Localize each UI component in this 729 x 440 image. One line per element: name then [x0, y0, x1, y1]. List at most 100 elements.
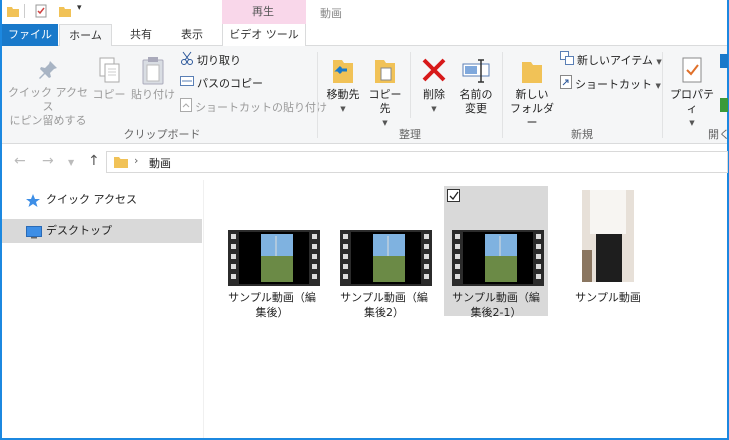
- paste-shortcut-label: ショートカットの貼り付け: [195, 101, 327, 114]
- clipboard-group-label: クリップボード: [123, 128, 201, 141]
- cut-label: 切り取り: [197, 54, 241, 67]
- video-thumbnail-icon: [340, 230, 432, 289]
- ribbon-tabs: ファイル ホーム 共有 表示 ビデオ ツール: [2, 24, 727, 154]
- tab-share[interactable]: 共有: [119, 24, 163, 46]
- recent-locations-chevron-icon[interactable]: ▼: [68, 158, 74, 167]
- star-icon: [26, 193, 40, 217]
- window-title: 動画: [320, 7, 342, 20]
- cut-button[interactable]: 切り取り: [180, 51, 241, 69]
- context-tab-group-video: 再生: [222, 0, 306, 24]
- properties-check-icon[interactable]: [34, 4, 48, 21]
- rename-label-2: 変更: [465, 102, 487, 115]
- open-group-label: 開く: [708, 128, 729, 141]
- video-thumbnail-icon: [452, 230, 544, 289]
- new-folder-icon[interactable]: [58, 4, 72, 21]
- copy-path-icon: [180, 75, 194, 93]
- desktop-icon: [26, 224, 42, 248]
- delete-button[interactable]: 削除 ▼: [416, 56, 452, 116]
- move-to-label: 移動先: [326, 88, 360, 101]
- new-folder-button[interactable]: 新しい フォルダー: [506, 56, 558, 130]
- nav-item-label: デスクトップ: [46, 224, 112, 237]
- tab-video-tools[interactable]: ビデオ ツール: [222, 24, 306, 46]
- back-arrow-icon[interactable]: ←: [14, 153, 26, 169]
- title-bar: ▾ 再生 動画: [2, 0, 727, 24]
- organize-divider: [410, 52, 411, 118]
- address-bar[interactable]: › 動画: [106, 151, 728, 173]
- copy-label: コピー: [92, 88, 126, 101]
- file-name: サンプル動画: [575, 291, 641, 304]
- qat-divider: [24, 4, 25, 18]
- move-to-button[interactable]: 移動先 ▼: [322, 56, 364, 116]
- new-item-button[interactable]: 新しいアイテム ▼: [560, 51, 662, 69]
- paste-button[interactable]: 貼り付け: [130, 56, 176, 102]
- delete-label: 削除: [423, 88, 445, 101]
- move-to-dropdown-icon: ▼: [340, 105, 346, 113]
- pin-quick-access-button[interactable]: クイック アクセス にピン留めする: [8, 58, 88, 128]
- open-app-icon[interactable]: [720, 54, 728, 68]
- file-name: サンプル動画（編 集後2-1）: [452, 291, 540, 319]
- paste-label: 貼り付け: [131, 88, 175, 101]
- file-item[interactable]: サンプル動画（編 集後）: [220, 186, 324, 319]
- group-divider: [502, 52, 503, 138]
- copy-path-button[interactable]: パスのコピー: [180, 75, 263, 93]
- ribbon: クイック アクセス にピン留めする コピー 貼り付け 切り取り パスのコピー シ…: [2, 46, 729, 144]
- new-group-label: 新規: [571, 128, 593, 141]
- new-folder-label-1: 新しい: [515, 88, 549, 101]
- file-item[interactable]: サンプル動画（編 集後2-1）: [444, 186, 548, 319]
- video-thumbnail-icon: [228, 230, 320, 289]
- tab-view[interactable]: 表示: [170, 24, 214, 46]
- properties-icon: [666, 56, 718, 88]
- new-item-icon: [560, 51, 574, 71]
- navigation-pane: クイック アクセス デスクトップ: [2, 180, 204, 438]
- pin-quick-access-label-2: にピン留めする: [9, 114, 87, 127]
- paste-shortcut-button[interactable]: ショートカットの貼り付け: [180, 98, 327, 116]
- paste-shortcut-icon: [180, 98, 192, 118]
- rename-label-1: 名前の: [459, 88, 493, 101]
- organize-group-label: 整理: [399, 128, 421, 141]
- folder-icon: [113, 155, 129, 172]
- folder-icon[interactable]: [6, 4, 20, 21]
- up-arrow-icon[interactable]: ↑: [88, 153, 100, 169]
- file-item[interactable]: サンプル動画（編 集後2）: [332, 186, 436, 319]
- new-folder-icon: [506, 56, 558, 88]
- shortcut-button[interactable]: ショートカット ▼: [560, 75, 661, 93]
- properties-button[interactable]: プロパティ ▼: [666, 56, 718, 130]
- rename-button[interactable]: 名前の 変更: [454, 56, 498, 116]
- forward-arrow-icon[interactable]: →: [42, 153, 54, 169]
- pin-quick-access-label-1: クイック アクセス: [8, 86, 88, 113]
- group-divider: [662, 52, 663, 138]
- qat-dropdown-icon[interactable]: ▾: [77, 3, 82, 13]
- video-thumbnail-icon: [582, 190, 634, 285]
- nav-item-desktop[interactable]: デスクトップ: [2, 219, 202, 243]
- file-name: サンプル動画（編 集後）: [228, 291, 316, 319]
- pin-icon: [8, 58, 88, 86]
- shortcut-icon: [560, 75, 572, 95]
- new-item-label: 新しいアイテム: [577, 54, 653, 67]
- paste-icon: [130, 56, 176, 88]
- copy-button[interactable]: コピー: [92, 56, 126, 102]
- copy-to-icon: [364, 56, 406, 88]
- file-list: サンプル動画（編 集後） サンプル動画（編 集後2） サンプル動画（編 集後2-…: [205, 180, 727, 438]
- shortcut-dropdown-icon: ▼: [655, 82, 661, 90]
- navigation-bar: ← → ▼ ↑ › 動画: [2, 144, 728, 180]
- context-tab-group-label: 再生: [252, 5, 274, 18]
- breadcrumb-segment[interactable]: 動画: [149, 155, 171, 171]
- explorer-window: ▾ 再生 動画 ファイル ホーム 共有 表示 ビデオ ツール クイック アクセス…: [0, 0, 729, 440]
- nav-item-quick-access[interactable]: クイック アクセス: [2, 188, 202, 212]
- file-item[interactable]: サンプル動画: [556, 186, 660, 316]
- selection-checkbox[interactable]: [447, 189, 460, 202]
- copy-to-button[interactable]: コピー先 ▼: [364, 56, 406, 130]
- properties-label: プロパティ: [670, 88, 714, 115]
- shortcut-label: ショートカット: [575, 78, 652, 91]
- delete-dropdown-icon: ▼: [431, 105, 437, 113]
- move-to-icon: [322, 56, 364, 88]
- file-name: サンプル動画（編 集後2）: [340, 291, 428, 319]
- nav-item-label: クイック アクセス: [46, 193, 137, 206]
- tab-home[interactable]: ホーム: [59, 24, 112, 47]
- rename-icon: [454, 56, 498, 88]
- group-divider: [317, 52, 318, 138]
- breadcrumb-chevron-icon[interactable]: ›: [134, 154, 138, 167]
- scissors-icon: [180, 51, 194, 71]
- copy-to-label: コピー先: [368, 88, 402, 115]
- edit-icon[interactable]: [720, 98, 728, 112]
